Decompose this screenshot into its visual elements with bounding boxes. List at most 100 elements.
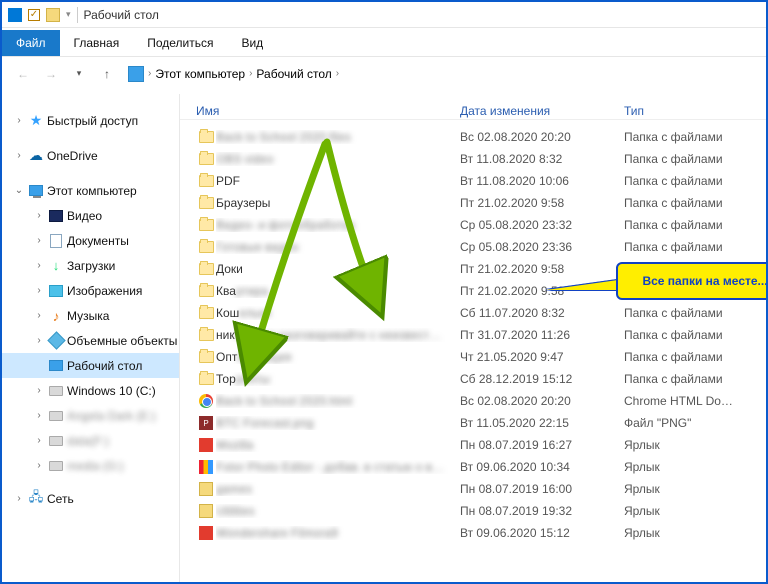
breadcrumb-item[interactable]: Этот компьютер	[155, 67, 245, 81]
file-row[interactable]: Готовые видеоСр 05.08.2020 23:36Папка с …	[180, 236, 766, 258]
sidebar-item-hidden[interactable]: › data(F:)	[2, 428, 179, 453]
file-row[interactable]: ОптимизацияЧт 21.05.2020 9:47Папка с фай…	[180, 346, 766, 368]
sidebar-item-music[interactable]: › ♪ Музыка	[2, 303, 179, 328]
chevron-right-icon: ›	[13, 150, 25, 161]
file-list[interactable]: Back to School 2020 filesВс 02.08.2020 2…	[180, 126, 766, 582]
file-date: Пт 21.02.2020 9:58	[460, 196, 624, 210]
chevron-right-icon: ›	[13, 115, 25, 126]
tab-view[interactable]: Вид	[227, 30, 277, 56]
sidebar-item-videos[interactable]: › Видео	[2, 203, 179, 228]
sidebar-label: Музыка	[67, 309, 109, 323]
sidebar-label: Рабочий стол	[67, 359, 142, 373]
file-row[interactable]: OBS videoВт 11.08.2020 8:32Папка с файла…	[180, 148, 766, 170]
sidebar-item-pictures[interactable]: › Изображения	[2, 278, 179, 303]
chevron-right-icon[interactable]: ›	[148, 68, 151, 79]
annotation-callout: Все папки на месте...	[616, 262, 766, 300]
sidebar-item-3d-objects[interactable]: › Объемные объекты	[2, 328, 179, 353]
png-icon: P	[196, 415, 216, 431]
sidebar-item-downloads[interactable]: › ↓ Загрузки	[2, 253, 179, 278]
file-date: Вт 11.08.2020 10:06	[460, 174, 624, 188]
file-row[interactable]: Fotor Photo Editor - добав. в статью о в…	[180, 456, 766, 478]
file-date: Сб 28.12.2019 15:12	[460, 372, 624, 386]
file-name: Оптимизация	[216, 350, 460, 364]
folder-icon	[196, 305, 216, 321]
breadcrumb[interactable]: › Этот компьютер › Рабочий стол ›	[124, 62, 756, 86]
back-button[interactable]: ←	[12, 63, 34, 85]
sidebar-item-onedrive[interactable]: › ☁ OneDrive	[2, 143, 179, 168]
file-type: Chrome HTML Do…	[624, 394, 766, 408]
tab-home[interactable]: Главная	[60, 30, 134, 56]
file-row[interactable]: Back to School 2020.htmlВс 02.08.2020 20…	[180, 390, 766, 412]
file-row[interactable]: UtilitiesПн 08.07.2019 19:32Ярлык	[180, 500, 766, 522]
file-date: Вт 09.06.2020 10:34	[460, 460, 624, 474]
file-row[interactable]: ТоррентыСб 28.12.2019 15:12Папка с файла…	[180, 368, 766, 390]
chevron-right-icon: ›	[33, 310, 45, 321]
file-row[interactable]: PDFВт 11.08.2020 10:06Папка с файлами	[180, 170, 766, 192]
sidebar-item-desktop[interactable]: Рабочий стол	[2, 353, 179, 378]
file-row[interactable]: MozillaПн 08.07.2019 16:27Ярлык	[180, 434, 766, 456]
sidebar-item-hidden[interactable]: › Angela Dark (E:)	[2, 403, 179, 428]
file-row[interactable]: PBTC Forecast.pngВт 11.05.2020 22:15Файл…	[180, 412, 766, 434]
sidebar-item-documents[interactable]: › Документы	[2, 228, 179, 253]
nav-bar: ← → ▾ ↑ › Этот компьютер › Рабочий стол …	[2, 56, 766, 90]
qat-dropdown-icon[interactable]: ▾	[66, 9, 71, 20]
folder-icon	[196, 283, 216, 299]
file-type: Папка с файлами	[624, 240, 766, 254]
chevron-right-icon: ›	[33, 385, 45, 396]
file-name: OBS video	[216, 152, 460, 166]
drive-icon	[48, 383, 64, 399]
file-type: Ярлык	[624, 438, 766, 452]
recent-dropdown-icon[interactable]: ▾	[68, 63, 90, 85]
folder-icon	[196, 239, 216, 255]
sidebar-item-network[interactable]: › 🖧 Сеть	[2, 486, 179, 511]
file-row[interactable]: gamesПн 08.07.2019 16:00Ярлык	[180, 478, 766, 500]
chevron-right-icon[interactable]: ›	[249, 68, 252, 79]
file-row[interactable]: БраузерыПт 21.02.2020 9:58Папка с файлам…	[180, 192, 766, 214]
column-type[interactable]: Тип	[624, 104, 766, 118]
file-type: Ярлык	[624, 526, 766, 540]
file-name: Кошельки	[216, 306, 460, 320]
file-name: Fotor Photo Editor - добав. в статью о в…	[216, 460, 460, 474]
file-name: Wondershare Filmora9	[216, 526, 460, 540]
sidebar-label: Изображения	[67, 284, 142, 298]
breadcrumb-item[interactable]: Рабочий стол	[256, 67, 331, 81]
chevron-down-icon: ⌄	[13, 185, 25, 196]
qat-folder-icon[interactable]	[46, 8, 60, 22]
qat-checkbox-icon[interactable]: ✓	[28, 9, 40, 21]
chevron-right-icon: ›	[13, 493, 25, 504]
tab-file[interactable]: Файл	[2, 30, 60, 56]
download-icon: ↓	[48, 258, 64, 274]
star-icon: ★	[28, 113, 44, 129]
file-row[interactable]: Wondershare Filmora9Вт 09.06.2020 15:12Я…	[180, 522, 766, 544]
ribbon: Файл Главная Поделиться Вид	[2, 28, 766, 56]
sidebar-item-quick-access[interactable]: › ★ Быстрый доступ	[2, 108, 179, 133]
file-row[interactable]: Видео- и фотообработкаСр 05.08.2020 23:3…	[180, 214, 766, 236]
file-type: Папка с файлами	[624, 218, 766, 232]
separator	[77, 7, 78, 23]
file-name: Доки	[216, 262, 460, 276]
chevron-right-icon: ›	[33, 335, 45, 346]
chevron-right-icon: ›	[33, 260, 45, 271]
folder-icon	[196, 371, 216, 387]
chevron-right-icon[interactable]: ›	[336, 68, 339, 79]
file-row[interactable]: Back to School 2020 filesВс 02.08.2020 2…	[180, 126, 766, 148]
file-type: Папка с файлами	[624, 350, 766, 364]
file-name: Видео- и фотообработка	[216, 218, 460, 232]
column-name[interactable]: Имя	[196, 104, 460, 118]
sidebar-item-drive-c[interactable]: › Windows 10 (C:)	[2, 378, 179, 403]
drive-icon	[48, 408, 64, 424]
file-row[interactable]: никогда не разговаривайте с неизвест…Пт …	[180, 324, 766, 346]
file-row[interactable]: КошелькиСб 11.07.2020 8:32Папка с файлам…	[180, 302, 766, 324]
music-icon: ♪	[48, 308, 64, 324]
sidebar-item-hidden[interactable]: › media (G:)	[2, 453, 179, 478]
column-date[interactable]: Дата изменения	[460, 104, 624, 118]
up-button[interactable]: ↑	[96, 63, 118, 85]
body: › ★ Быстрый доступ › ☁ OneDrive ⌄ Этот к…	[2, 94, 766, 582]
sidebar-item-this-pc[interactable]: ⌄ Этот компьютер	[2, 178, 179, 203]
folder-icon	[196, 349, 216, 365]
tab-share[interactable]: Поделиться	[133, 30, 227, 56]
sidebar-label: Быстрый доступ	[47, 114, 138, 128]
forward-button[interactable]: →	[40, 63, 62, 85]
cloud-icon: ☁	[28, 148, 44, 164]
file-view: Имя Дата изменения Тип Back to School 20…	[180, 94, 766, 582]
